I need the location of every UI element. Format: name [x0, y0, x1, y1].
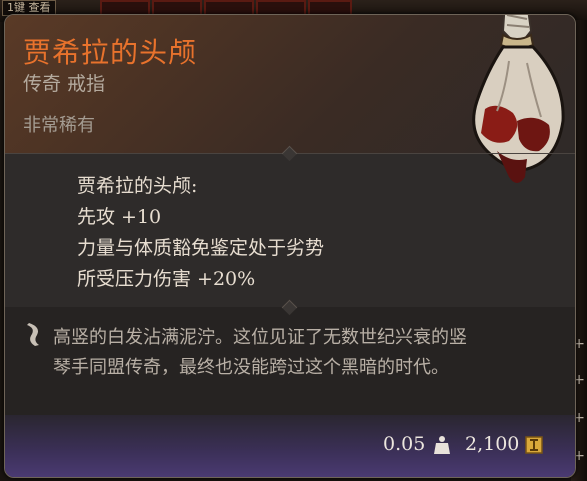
item-weight: 0.05 [383, 433, 426, 455]
item-properties: 贾希拉的头颅: 先攻 +10 力量与体质豁免鉴定处于劣势 所受压力伤害 +20% [77, 171, 324, 295]
weight-icon [434, 436, 450, 454]
item-rarity: 非常稀有 [23, 115, 95, 136]
property-line: 先攻 +10 [77, 206, 162, 228]
lore-line: 琴手同盟传奇，最终也没能跨过这个黑暗的时代。 [53, 357, 449, 378]
item-name: 贾希拉的头颅 [23, 36, 198, 69]
tooltip-footer: 0.05 2,100 [5, 415, 575, 477]
lore-line: 高竖的白发沾满泥泞。这位见证了无数世纪兴衰的竖 [53, 327, 467, 348]
lore-text: 高竖的白发沾满泥泞。这位见证了无数世纪兴衰的竖 琴手同盟传奇，最终也没能跨过这个… [53, 323, 553, 383]
properties-heading: 贾希拉的头颅: [77, 175, 198, 197]
lore-section: 高竖的白发沾满泥泞。这位见证了无数世纪兴衰的竖 琴手同盟传奇，最终也没能跨过这个… [5, 307, 575, 415]
severed-head-in-sack-icon [472, 15, 565, 183]
property-line: 力量与体质豁免鉴定处于劣势 [77, 237, 325, 259]
item-tooltip: 贾希拉的头颅 传奇 戒指 非常稀有 贾希拉的头颅: 先攻 +10 力量与体质豁免… [4, 14, 576, 478]
property-line: 所受压力伤害 +20% [77, 268, 256, 290]
item-type: 传奇 戒指 [23, 73, 106, 95]
gold-coin-icon [525, 436, 543, 454]
quill-icon [27, 323, 39, 346]
item-price: 2,100 [465, 433, 520, 455]
